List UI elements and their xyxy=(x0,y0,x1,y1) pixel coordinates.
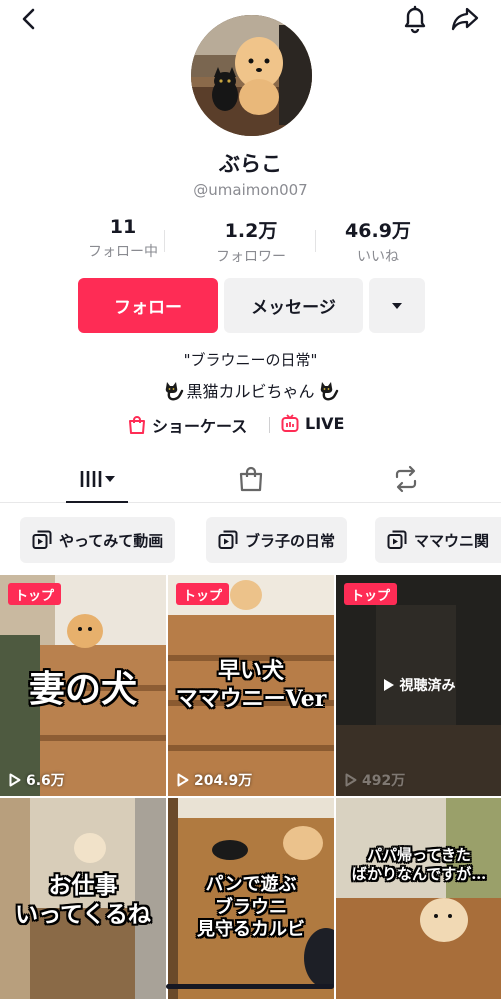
video-thumbnail[interactable]: パンで遊ぶ ブラウニ 見守るカルビ xyxy=(168,798,334,999)
view-count: 204.9万 xyxy=(177,770,252,790)
video-grid: トップ 妻の犬 6.6万 トップ 早い犬 ママウニーVer 204.9万 トップ xyxy=(0,575,501,999)
video-thumbnail[interactable]: お仕事 いってくるね xyxy=(0,798,166,999)
share-button[interactable] xyxy=(448,2,482,36)
shopping-bag-icon xyxy=(129,416,145,434)
likes-count: 46.9万 xyxy=(345,220,411,242)
view-count-value: 6.6万 xyxy=(26,773,65,789)
thumbnail-image xyxy=(336,798,501,999)
black-cat-icon xyxy=(320,382,338,401)
link-divider xyxy=(269,417,270,433)
top-badge: トップ xyxy=(8,583,62,605)
top-badge: トップ xyxy=(176,583,230,605)
following-label: フォロー中 xyxy=(88,244,158,260)
back-button[interactable] xyxy=(12,2,46,36)
playlist-icon xyxy=(32,530,52,549)
showcase-label: ショーケース xyxy=(152,417,248,436)
playlist-label: やってみて動画 xyxy=(59,531,164,550)
tab-shop[interactable] xyxy=(225,455,277,502)
followers-stat[interactable]: 1.2万 フォロワー xyxy=(191,216,311,266)
view-count-value: 204.9万 xyxy=(194,773,253,789)
video-thumbnail[interactable]: トップ 早い犬 ママウニーVer 204.9万 xyxy=(168,575,334,796)
followers-label: フォロワー xyxy=(216,249,286,265)
repost-icon xyxy=(395,465,417,492)
playlist-icon xyxy=(218,530,238,549)
bell-icon xyxy=(404,5,426,34)
profile-tabs xyxy=(0,455,501,503)
active-tab-indicator xyxy=(66,501,128,503)
playlist-label: ブラ子の日常 xyxy=(245,531,336,550)
live-icon xyxy=(281,414,299,432)
avatar-image xyxy=(191,15,312,136)
playlist-chip[interactable]: ママウニ関 xyxy=(375,517,501,563)
likes-label: いいね xyxy=(357,249,399,265)
message-button[interactable]: メッセージ xyxy=(224,278,363,333)
following-count: 11 xyxy=(109,216,137,238)
view-count: 6.6万 xyxy=(9,770,65,790)
showcase-link[interactable]: ショーケース xyxy=(128,413,247,437)
bio-text: 黒猫カルビちゃん xyxy=(186,382,315,401)
black-cat-icon xyxy=(166,382,184,401)
share-icon xyxy=(451,7,479,31)
playlist-label: ママウニ関 xyxy=(414,531,490,550)
video-thumbnail[interactable]: パパ帰ってきた ばかりなんですが… xyxy=(336,798,501,999)
bio-line-2: 黒猫カルビちゃん xyxy=(0,378,501,402)
more-options-button[interactable] xyxy=(369,278,425,333)
watched-overlay: 視聴済み xyxy=(336,675,501,695)
stat-divider xyxy=(164,230,165,252)
profile-handle: @umaimon007 xyxy=(193,181,308,199)
profile-links: ショーケース LIVE xyxy=(0,413,501,437)
video-caption: パパ帰ってきた ばかりなんですが… xyxy=(351,846,487,883)
profile-stats: 11 フォロー中 1.2万 フォロワー 46.9万 いいね xyxy=(0,216,501,266)
play-icon xyxy=(345,773,357,787)
tab-reposts[interactable] xyxy=(380,455,432,502)
home-indicator xyxy=(166,984,334,989)
video-caption: パンで遊ぶ ブラウニ 見守るカルビ xyxy=(197,874,305,940)
play-icon xyxy=(9,773,21,787)
notification-button[interactable] xyxy=(398,2,432,36)
follow-button[interactable]: フォロー xyxy=(78,278,218,333)
stat-divider xyxy=(315,230,316,252)
video-caption: 早い犬 ママウニーVer xyxy=(175,658,327,712)
playlist-chips: やってみて動画 ブラ子の日常 ママウニ関 xyxy=(0,517,501,563)
shopping-bag-icon xyxy=(239,466,263,491)
playlist-chip[interactable]: ブラ子の日常 xyxy=(206,517,348,563)
bio-line-1: "ブラウニーの日常" xyxy=(183,351,318,369)
grid-icon xyxy=(80,470,115,487)
top-badge: トップ xyxy=(344,583,398,605)
video-thumbnail[interactable]: トップ 視聴済み 492万 xyxy=(336,575,501,796)
video-caption: お仕事 いってくるね xyxy=(15,872,151,928)
likes-stat[interactable]: 46.9万 いいね xyxy=(318,216,438,266)
play-icon xyxy=(383,679,394,691)
avatar[interactable] xyxy=(191,15,312,136)
view-count: 492万 xyxy=(345,770,405,790)
chevron-down-icon xyxy=(392,302,402,309)
video-thumbnail[interactable]: トップ 妻の犬 6.6万 xyxy=(0,575,166,796)
profile-name: ぶらこ xyxy=(219,152,282,176)
live-link[interactable]: LIVE xyxy=(281,413,344,433)
back-icon xyxy=(22,8,35,30)
video-caption: 妻の犬 xyxy=(28,668,137,710)
followers-count: 1.2万 xyxy=(224,220,278,242)
tab-videos[interactable] xyxy=(66,455,128,503)
playlist-icon xyxy=(387,530,407,549)
watched-label: 視聴済み xyxy=(399,678,456,694)
following-stat[interactable]: 11 フォロー中 xyxy=(63,216,183,261)
live-label: LIVE xyxy=(305,413,345,433)
playlist-chip[interactable]: やってみて動画 xyxy=(20,517,176,563)
play-icon xyxy=(177,773,189,787)
view-count-value: 492万 xyxy=(362,773,406,789)
